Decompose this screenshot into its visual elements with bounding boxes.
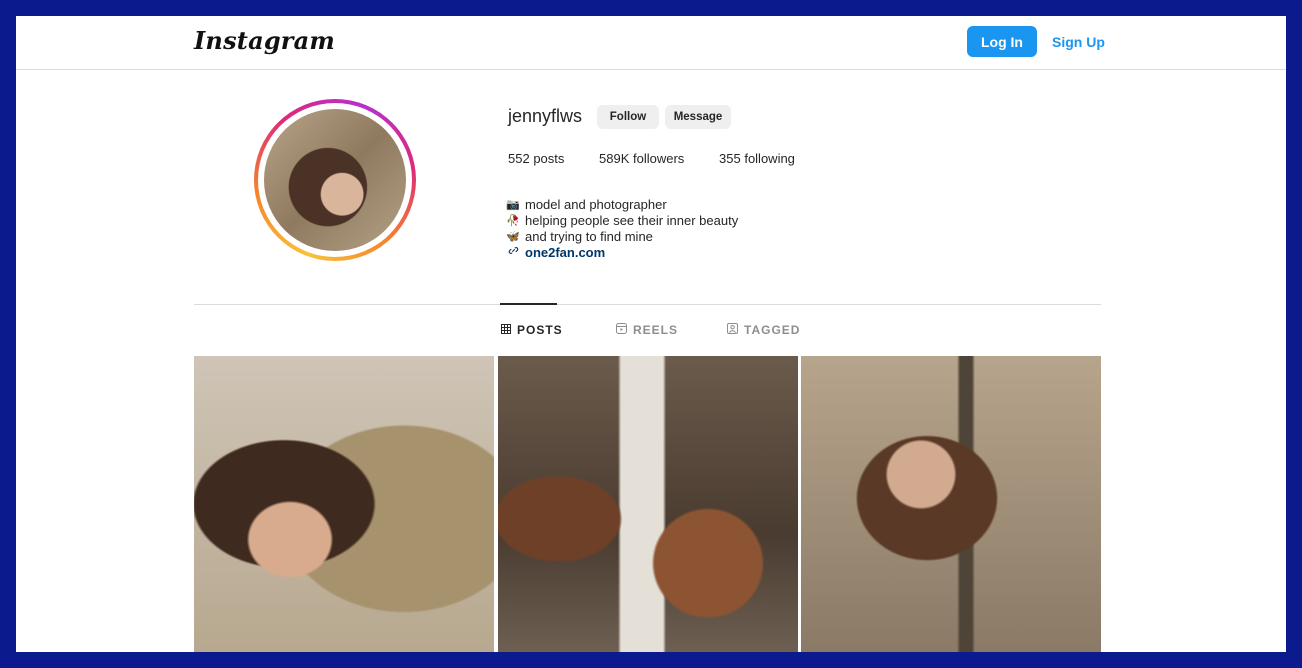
tab-reels[interactable]: REELS bbox=[616, 323, 678, 337]
signup-link[interactable]: Sign Up bbox=[1052, 34, 1105, 50]
stat-posts: 552 posts bbox=[508, 151, 564, 166]
profile-bio: 📷 model and photographer 🥀 helping peopl… bbox=[505, 197, 738, 261]
instagram-logo[interactable]: Instagram bbox=[194, 26, 335, 55]
message-button[interactable]: Message bbox=[665, 105, 731, 129]
post-thumbnail[interactable] bbox=[194, 356, 494, 652]
grid-icon bbox=[501, 323, 511, 337]
butterfly-icon: 🦋 bbox=[506, 231, 520, 243]
followers-count: 589K bbox=[599, 151, 630, 166]
rose-icon: 🥀 bbox=[506, 215, 520, 227]
post-thumbnail[interactable] bbox=[801, 356, 1101, 652]
tab-posts[interactable]: POSTS bbox=[501, 323, 563, 337]
profile-website-link[interactable]: one2fan.com bbox=[525, 245, 605, 261]
bio-line: 🦋 and trying to find mine bbox=[505, 229, 738, 245]
post-thumbnail[interactable] bbox=[498, 356, 798, 652]
follow-button[interactable]: Follow bbox=[597, 105, 659, 129]
bio-text: helping people see their inner beauty bbox=[525, 213, 739, 228]
tab-tagged[interactable]: TAGGED bbox=[727, 323, 800, 337]
tab-label: POSTS bbox=[517, 323, 563, 337]
bio-text: and trying to find mine bbox=[525, 229, 653, 244]
camera-icon: 📷 bbox=[506, 199, 520, 211]
browser-frame: Instagram Log In Sign Up jennyflws Follo… bbox=[16, 16, 1286, 652]
story-ring[interactable] bbox=[254, 99, 416, 261]
bio-line: 🥀 helping people see their inner beauty bbox=[505, 213, 738, 229]
tabs-divider bbox=[194, 304, 1101, 305]
reels-icon bbox=[616, 323, 627, 337]
stat-followers[interactable]: 589K followers bbox=[599, 151, 684, 166]
tab-label: TAGGED bbox=[744, 323, 801, 337]
following-count: 355 bbox=[719, 151, 741, 166]
top-nav: Instagram Log In Sign Up bbox=[16, 16, 1286, 70]
avatar-border bbox=[258, 103, 412, 257]
link-icon bbox=[505, 245, 521, 261]
bio-link-row[interactable]: one2fan.com bbox=[505, 245, 738, 261]
stat-following[interactable]: 355 following bbox=[719, 151, 795, 166]
posts-count: 552 bbox=[508, 151, 530, 166]
following-label: following bbox=[744, 151, 795, 166]
bio-line: 📷 model and photographer bbox=[505, 197, 738, 213]
posts-label: posts bbox=[533, 151, 565, 166]
login-button[interactable]: Log In bbox=[967, 26, 1037, 57]
active-tab-indicator bbox=[500, 303, 557, 305]
tagged-icon bbox=[727, 323, 738, 337]
tab-label: REELS bbox=[633, 323, 679, 337]
avatar[interactable] bbox=[264, 109, 406, 251]
bio-text: model and photographer bbox=[525, 197, 667, 212]
followers-label: followers bbox=[633, 151, 685, 166]
profile-username: jennyflws bbox=[508, 106, 583, 126]
